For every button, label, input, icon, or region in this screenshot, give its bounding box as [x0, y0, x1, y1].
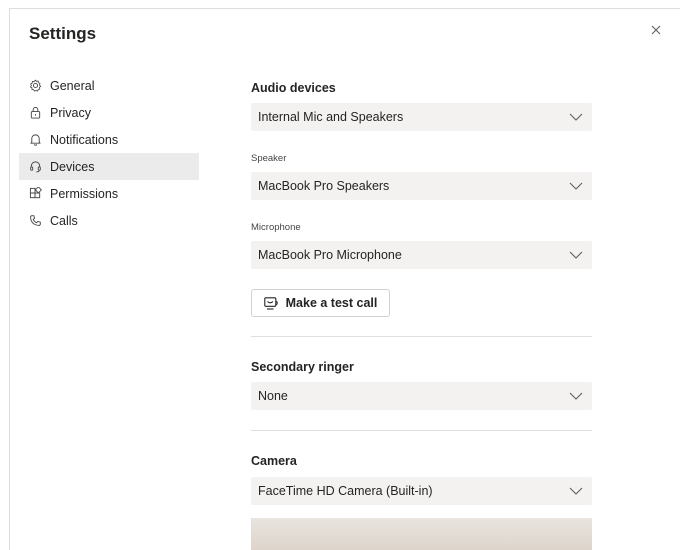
close-icon [651, 25, 661, 35]
dropdown-value: MacBook Pro Microphone [258, 248, 402, 262]
gear-icon [29, 79, 42, 92]
nav-item-devices[interactable]: Devices [19, 153, 199, 180]
camera-preview [251, 518, 592, 550]
bell-icon [30, 134, 41, 146]
nav-item-label: General [50, 78, 95, 93]
chevron-down-icon [569, 392, 583, 400]
apps-icon [29, 187, 42, 199]
dropdown-value: Internal Mic and Speakers [258, 110, 404, 124]
camera-heading: Camera [251, 454, 297, 468]
nav-item-privacy[interactable]: Privacy [19, 99, 199, 126]
lock-icon [30, 106, 41, 119]
secondary-ringer-heading: Secondary ringer [251, 360, 354, 374]
section-divider [251, 430, 592, 431]
dropdown-value: FaceTime HD Camera (Built-in) [258, 484, 433, 498]
phone-icon [30, 215, 41, 226]
nav-item-permissions[interactable]: Permissions [19, 180, 199, 207]
chevron-down-icon [569, 251, 583, 259]
audio-devices-heading: Audio devices [251, 81, 336, 95]
chevron-down-icon [569, 182, 583, 190]
make-test-call-button[interactable]: Make a test call [251, 289, 390, 317]
camera-dropdown[interactable]: FaceTime HD Camera (Built-in) [251, 477, 592, 505]
dropdown-value: MacBook Pro Speakers [258, 179, 390, 193]
nav-item-label: Privacy [50, 105, 91, 120]
test-call-icon [263, 296, 278, 310]
microphone-label: Microphone [251, 222, 301, 233]
chevron-down-icon [569, 113, 583, 121]
section-divider [251, 336, 592, 337]
chevron-down-icon [569, 487, 583, 495]
secondary-ringer-dropdown[interactable]: None [251, 382, 592, 410]
microphone-dropdown[interactable]: MacBook Pro Microphone [251, 241, 592, 269]
nav-item-label: Calls [50, 213, 78, 228]
nav-item-notifications[interactable]: Notifications [19, 126, 199, 153]
test-call-label: Make a test call [285, 296, 378, 310]
nav-item-general[interactable]: General [19, 72, 199, 99]
settings-nav: General Privacy Notifications Devices Pe… [19, 72, 199, 234]
nav-item-label: Permissions [50, 186, 119, 201]
speaker-dropdown[interactable]: MacBook Pro Speakers [251, 172, 592, 200]
nav-item-label: Notifications [50, 132, 119, 147]
audio-device-dropdown[interactable]: Internal Mic and Speakers [251, 103, 592, 131]
dropdown-value: None [258, 389, 288, 403]
page-title: Settings [29, 24, 97, 43]
headset-icon [30, 161, 41, 173]
speaker-label: Speaker [251, 153, 287, 164]
nav-item-label: Devices [50, 159, 95, 174]
nav-item-calls[interactable]: Calls [19, 207, 199, 234]
close-button[interactable] [648, 22, 664, 38]
